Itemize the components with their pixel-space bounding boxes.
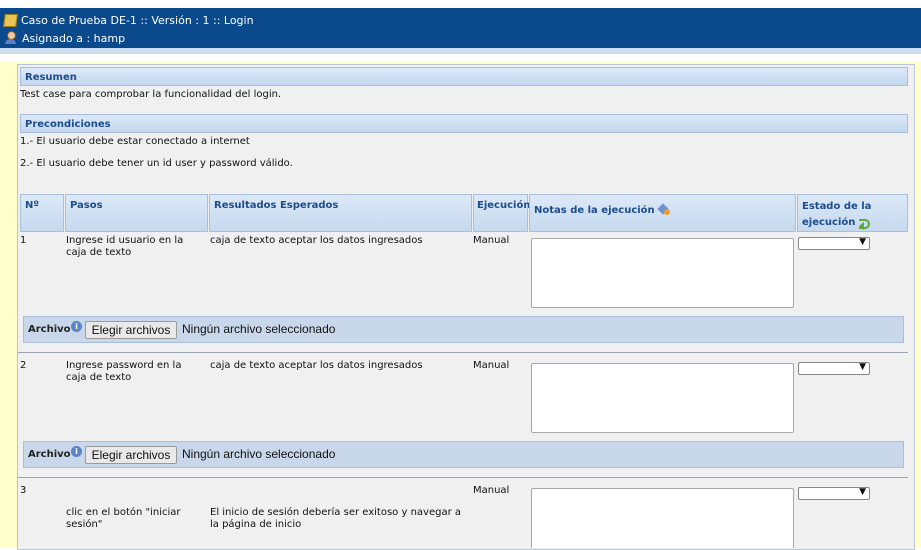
- attachment-bar: Archivo i Elegir archivos Ningún archivo…: [23, 441, 904, 468]
- choose-files-button[interactable]: Elegir archivos: [85, 446, 177, 464]
- step-action: Ingrese id usuario en la caja de texto: [66, 235, 184, 258]
- step-action: clic en el botón "iniciar sesión": [66, 507, 181, 530]
- chevron-down-icon: ▼: [859, 237, 866, 247]
- column-header-steps: Pasos: [65, 194, 208, 232]
- pencil-icon: [3, 13, 18, 27]
- step-execution-type: Manual: [473, 235, 510, 246]
- header-title-line: Caso de Prueba DE-1 :: Versión : 1 :: Lo…: [3, 12, 254, 28]
- column-header-status-line1: Estado de la: [802, 201, 872, 212]
- user-icon: [4, 31, 18, 45]
- step-action: Ingrese password en la caja de texto: [66, 360, 182, 383]
- test-case-header: Caso de Prueba DE-1 :: Versión : 1 :: Lo…: [0, 8, 921, 48]
- column-header-status-line2: ejecución: [802, 215, 903, 231]
- step-execution-type: Manual: [473, 360, 510, 371]
- chevron-down-icon: ▼: [859, 362, 866, 372]
- precondition-item: 1.- El usuario debe estar conectado a in…: [20, 136, 250, 147]
- summary-text: Test case para comprobar la funcionalida…: [20, 89, 282, 100]
- row-separator: [18, 477, 908, 478]
- step-expected-result: caja de texto aceptar los datos ingresad…: [210, 235, 423, 246]
- file-status-text: Ningún archivo seleccionado: [182, 447, 336, 461]
- chevron-down-icon: ▼: [859, 487, 866, 497]
- add-note-icon[interactable]: [658, 204, 671, 216]
- attachment-label: Archivo: [28, 449, 71, 460]
- execution-notes-textarea[interactable]: [531, 238, 794, 308]
- preconditions-section-header: Precondiciones: [20, 114, 908, 133]
- precondition-item: 2.- El usuario debe tener un id user y p…: [20, 158, 293, 169]
- step-expected-result: El inicio de sesión debería ser exitoso …: [210, 507, 462, 530]
- file-status-text: Ningún archivo seleccionado: [182, 322, 336, 336]
- attachment-label: Archivo: [28, 324, 71, 335]
- execution-status-select[interactable]: ▼: [798, 362, 870, 375]
- step-expected-result: caja de texto aceptar los datos ingresad…: [210, 360, 423, 371]
- column-header-number: Nº: [20, 194, 64, 232]
- attachment-bar: Archivo i Elegir archivos Ningún archivo…: [23, 316, 904, 343]
- column-header-expected: Resultados Esperados: [209, 194, 472, 232]
- info-icon[interactable]: i: [71, 321, 82, 332]
- execution-status-select[interactable]: ▼: [798, 487, 870, 500]
- execution-status-select[interactable]: ▼: [798, 237, 870, 250]
- step-number: 3: [20, 485, 27, 496]
- step-execution-type: Manual: [473, 485, 510, 496]
- column-header-notes-label: Notas de la ejecución: [534, 205, 655, 216]
- execution-notes-textarea[interactable]: [531, 488, 794, 548]
- test-case-title: Caso de Prueba DE-1 :: Versión : 1 :: Lo…: [21, 13, 254, 27]
- column-header-execution: Ejecución: [473, 194, 530, 232]
- step-number: 1: [20, 235, 27, 246]
- execution-notes-textarea[interactable]: [531, 363, 794, 433]
- header-separator: [0, 48, 921, 54]
- column-header-status: Estado de la ejecución: [797, 194, 908, 232]
- info-icon[interactable]: i: [71, 446, 82, 457]
- assigned-to: Asignado a : hamp: [22, 31, 126, 45]
- choose-files-button[interactable]: Elegir archivos: [85, 321, 177, 339]
- step-number: 2: [20, 360, 27, 371]
- header-assigned-line: Asignado a : hamp: [4, 30, 125, 46]
- row-separator: [18, 352, 908, 353]
- summary-section-header: Resumen: [20, 67, 908, 86]
- column-header-notes: Notas de la ejecución: [529, 194, 796, 232]
- arrow-icon[interactable]: [858, 217, 872, 230]
